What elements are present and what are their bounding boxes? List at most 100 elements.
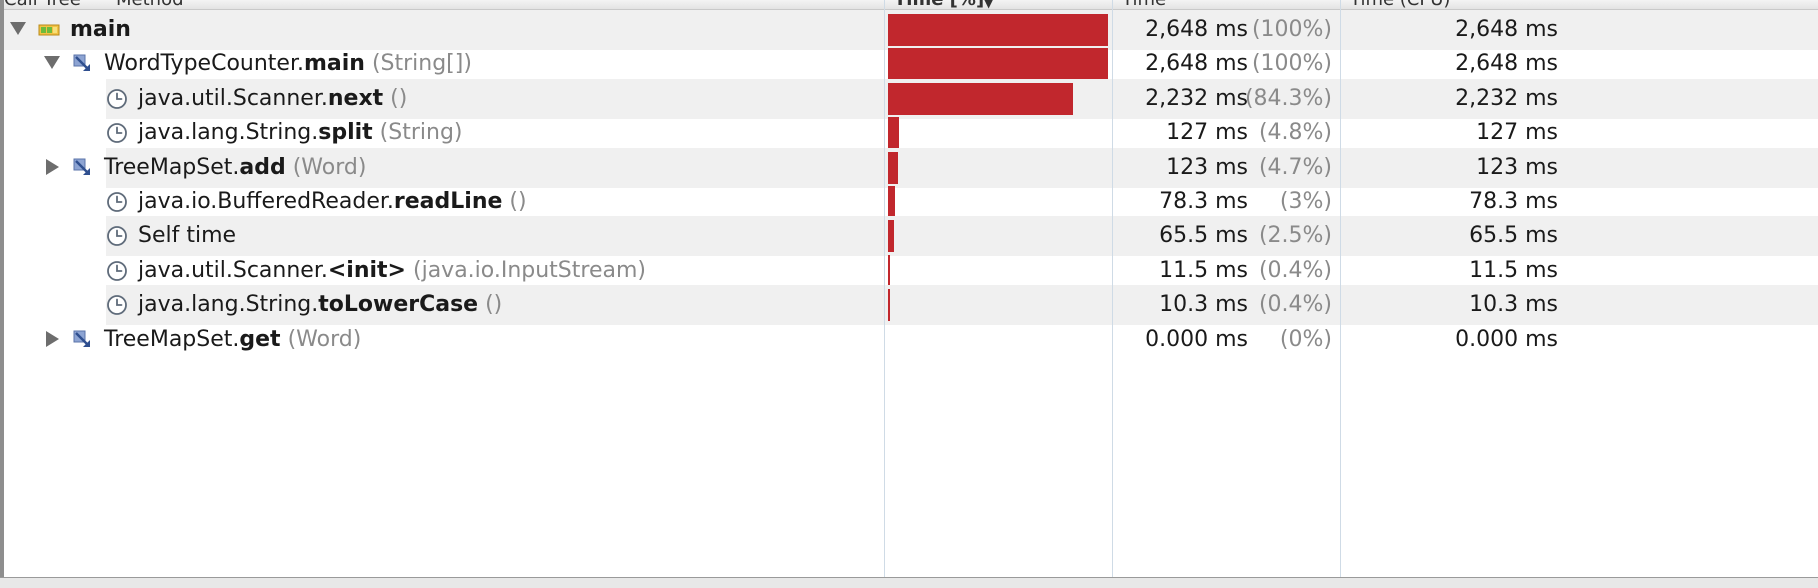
time-bar — [888, 14, 1108, 46]
header-method[interactable]: Method — [116, 0, 184, 9]
method-class-name: java.util.Scanner. — [138, 257, 328, 283]
time-bar — [888, 82, 1073, 115]
method-params: () — [478, 292, 503, 318]
header-time-cpu[interactable]: Time (CPU) — [1350, 0, 1450, 9]
cpu-time-value: 10.3 ms — [1469, 292, 1558, 318]
method-name: readLine — [393, 189, 503, 214]
method-class-name: TreeMapSet. — [104, 326, 240, 352]
column-divider-time — [1340, 0, 1341, 577]
expanded-arrow-icon[interactable] — [10, 22, 26, 35]
method-name: toLowerCase — [318, 292, 479, 318]
cpu-time-value: 2,648 ms — [1455, 17, 1558, 42]
table-row[interactable]: TreeMapSet.get (Word) 0.000 ms (0%) 0.000 m… — [4, 320, 1818, 360]
column-divider-method — [884, 0, 885, 577]
call-tree-view: Call Tree Method Time [%] ▼ Time Time (C… — [0, 0, 1818, 588]
time-value: 11.5 ms — [1159, 257, 1248, 283]
method-params: (Word) — [285, 154, 367, 180]
time-bar — [888, 254, 890, 287]
method-call-icon — [72, 329, 94, 351]
time-bar — [888, 220, 894, 253]
cpu-time-value: 2,232 ms — [1455, 85, 1558, 111]
time-value: 10.3 ms — [1159, 292, 1248, 318]
method-name: main — [303, 51, 365, 77]
method-params: () — [383, 85, 408, 111]
method-name: main — [70, 17, 131, 42]
time-percent: (100%) — [1251, 17, 1332, 42]
time-bar — [888, 289, 890, 322]
expanded-arrow-icon[interactable] — [44, 56, 60, 70]
header-call-tree[interactable]: Call Tree — [4, 0, 81, 9]
row-values-background — [884, 320, 1818, 360]
method-class-name: java.io.BufferedReader. — [138, 189, 394, 214]
time-bar — [888, 48, 1108, 81]
column-header: Call Tree Method Time [%] ▼ Time Time (C… — [4, 0, 1818, 10]
time-percent: (84.3%) — [1244, 85, 1332, 111]
method-label: java.io.BufferedReader.readLine () — [138, 189, 527, 215]
time-percent: (3%) — [1279, 189, 1332, 214]
clock-icon — [106, 191, 128, 213]
time-value: 2,232 ms — [1145, 85, 1248, 111]
time-percent: (0.4%) — [1258, 257, 1332, 283]
method-class-name: java.lang.String. — [138, 292, 319, 318]
cpu-time-value: 2,648 ms — [1455, 51, 1558, 77]
method-label: java.lang.String.split (String) — [138, 120, 463, 146]
time-bar — [888, 151, 898, 184]
method-params: (Word) — [280, 326, 362, 352]
horizontal-scrollbar[interactable] — [0, 577, 1818, 588]
method-label: java.util.Scanner.<init> (java.io.InputS… — [138, 258, 646, 284]
cpu-time-value: 123 ms — [1476, 154, 1558, 180]
method-label: Self time — [138, 223, 236, 249]
method-name: <init> — [327, 257, 406, 283]
clock-icon — [106, 122, 128, 144]
collapsed-arrow-icon[interactable] — [46, 330, 59, 347]
method-name: split — [318, 120, 373, 146]
method-call-icon — [72, 53, 94, 75]
collapsed-arrow-icon[interactable] — [46, 158, 59, 175]
method-params: (java.io.InputStream) — [406, 257, 646, 283]
method-params: () — [502, 189, 527, 214]
time-percent: (4.7%) — [1258, 154, 1332, 180]
column-divider-time-pct — [1112, 0, 1113, 577]
clock-icon — [106, 225, 128, 247]
header-time[interactable]: Time — [1122, 0, 1166, 9]
method-class-name: java.util.Scanner. — [138, 85, 328, 111]
time-percent: (0.4%) — [1258, 292, 1332, 318]
cpu-time-value: 127 ms — [1476, 120, 1558, 146]
time-value: 123 ms — [1166, 154, 1248, 180]
clock-icon — [106, 294, 128, 316]
method-label: main — [70, 17, 131, 43]
clock-icon — [106, 260, 128, 282]
time-percent: (4.8%) — [1258, 120, 1332, 146]
time-value: 0.000 ms — [1145, 326, 1248, 352]
time-value: 127 ms — [1166, 120, 1248, 146]
method-params: (String) — [372, 120, 463, 146]
method-label: WordTypeCounter.main (String[]) — [104, 51, 472, 77]
cpu-time-value: 65.5 ms — [1469, 223, 1558, 249]
time-bar — [888, 117, 899, 150]
method-class-name: Self time — [138, 223, 237, 249]
method-label: java.util.Scanner.next () — [138, 86, 407, 112]
thread-icon — [38, 19, 60, 41]
cpu-time-value: 0.000 ms — [1455, 326, 1558, 352]
method-label: TreeMapSet.add (Word) — [104, 155, 366, 181]
cpu-time-value: 78.3 ms — [1469, 189, 1558, 214]
sort-descending-icon: ▼ — [984, 0, 994, 10]
clock-icon — [106, 88, 128, 110]
time-value: 65.5 ms — [1159, 223, 1248, 249]
method-name: add — [239, 154, 286, 180]
method-class-name: WordTypeCounter. — [104, 51, 304, 77]
method-label: java.lang.String.toLowerCase () — [138, 292, 502, 318]
header-time-pct[interactable]: Time [%] — [894, 0, 984, 9]
method-name: next — [327, 85, 384, 111]
method-name: get — [239, 326, 281, 352]
cpu-time-value: 11.5 ms — [1469, 257, 1558, 283]
method-label: TreeMapSet.get (Word) — [104, 327, 361, 353]
time-value: 78.3 ms — [1159, 189, 1248, 214]
time-bar — [888, 186, 895, 218]
method-class-name: TreeMapSet. — [104, 154, 240, 180]
time-percent: (2.5%) — [1258, 223, 1332, 249]
time-percent: (100%) — [1251, 51, 1332, 77]
method-params: (String[]) — [364, 51, 472, 77]
method-call-icon — [72, 157, 94, 179]
time-value: 2,648 ms — [1145, 17, 1248, 42]
